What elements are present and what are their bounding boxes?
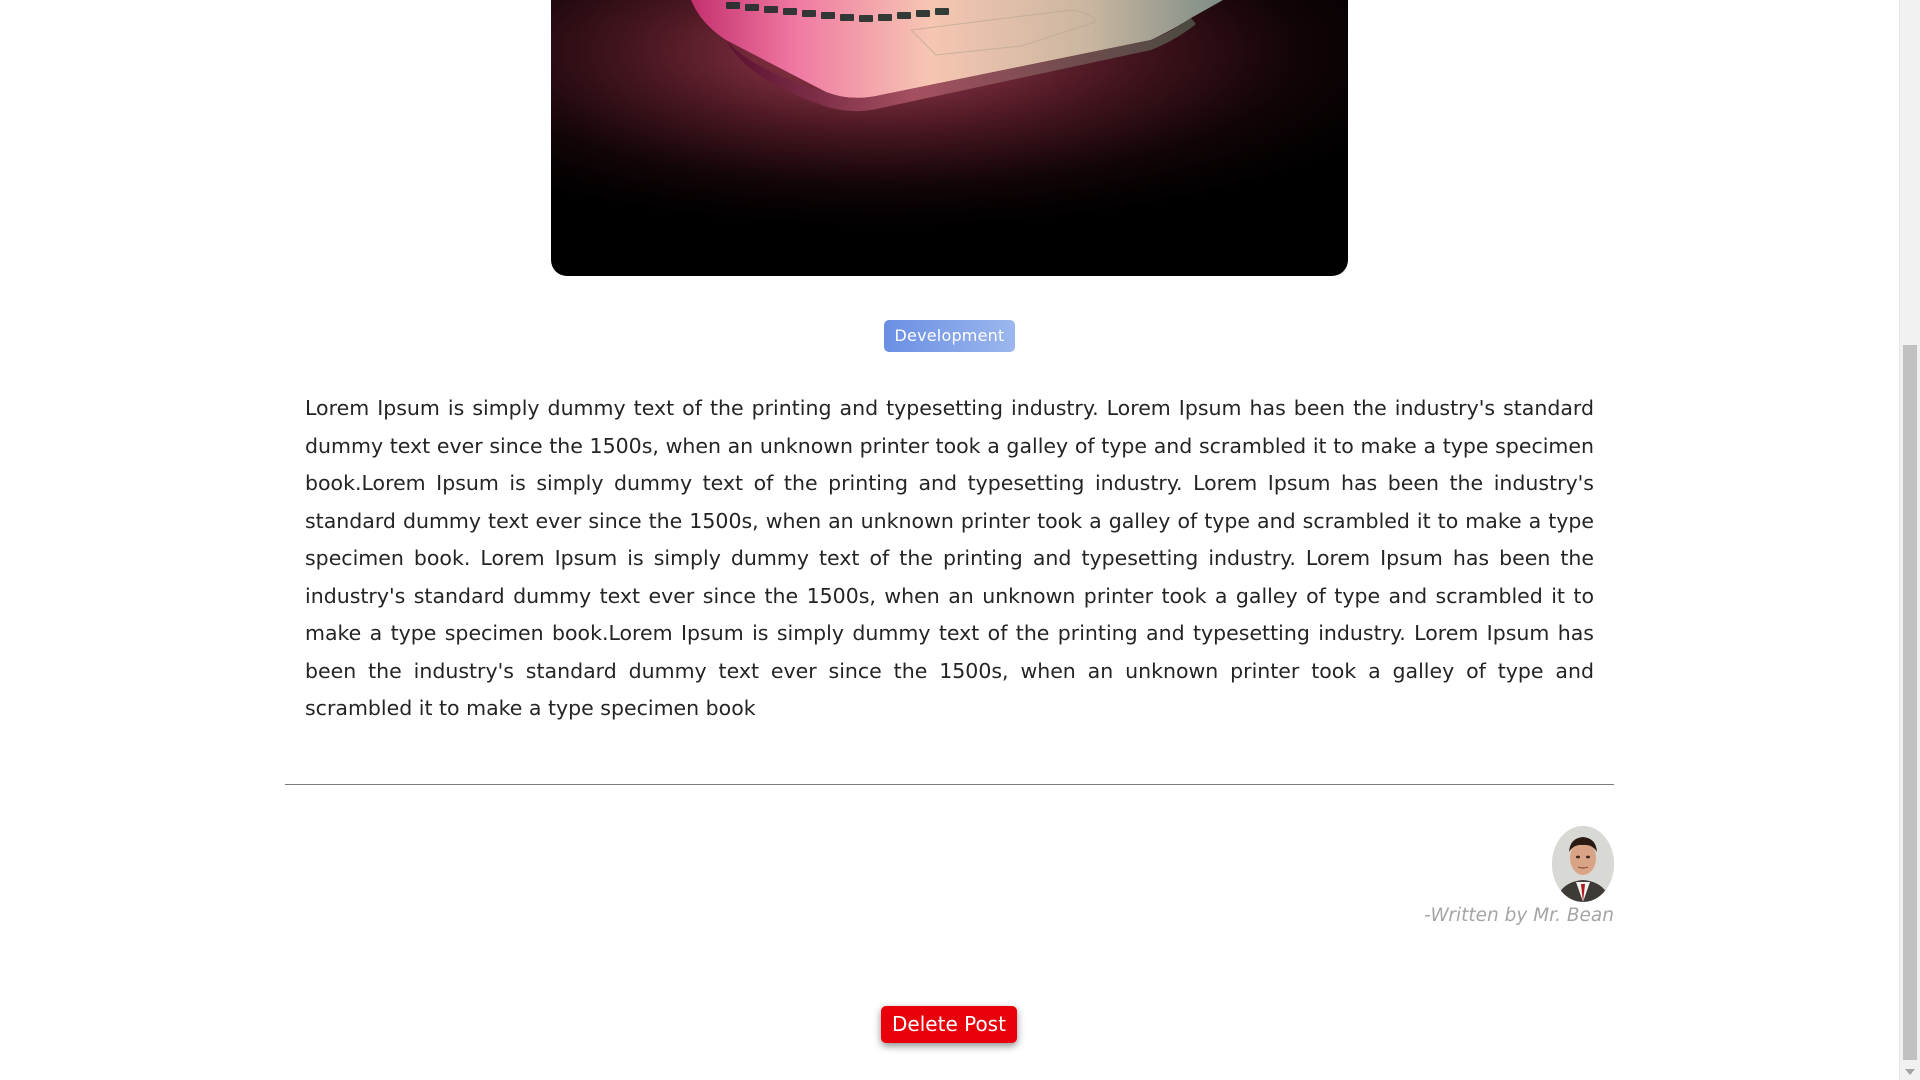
post-body-text: Lorem Ipsum is simply dummy text of the …	[305, 396, 1594, 720]
scrollbar-thumb[interactable]	[1903, 345, 1917, 1060]
author-avatar	[1552, 826, 1614, 902]
laptop-illustration	[551, 0, 1348, 276]
divider	[285, 784, 1614, 785]
page-scrollbar[interactable]	[1899, 0, 1920, 1080]
scroll-down-arrow-icon[interactable]	[1905, 1069, 1915, 1075]
delete-post-button[interactable]: Delete Post	[881, 1006, 1017, 1043]
author-portrait-icon	[1552, 826, 1614, 902]
post-author-byline: -Written by Mr. Bean	[1424, 905, 1614, 926]
post-page: Development Lorem Ipsum is simply dummy …	[0, 0, 1920, 1080]
post-cover-image	[551, 0, 1348, 276]
category-badge[interactable]: Development	[884, 320, 1015, 352]
